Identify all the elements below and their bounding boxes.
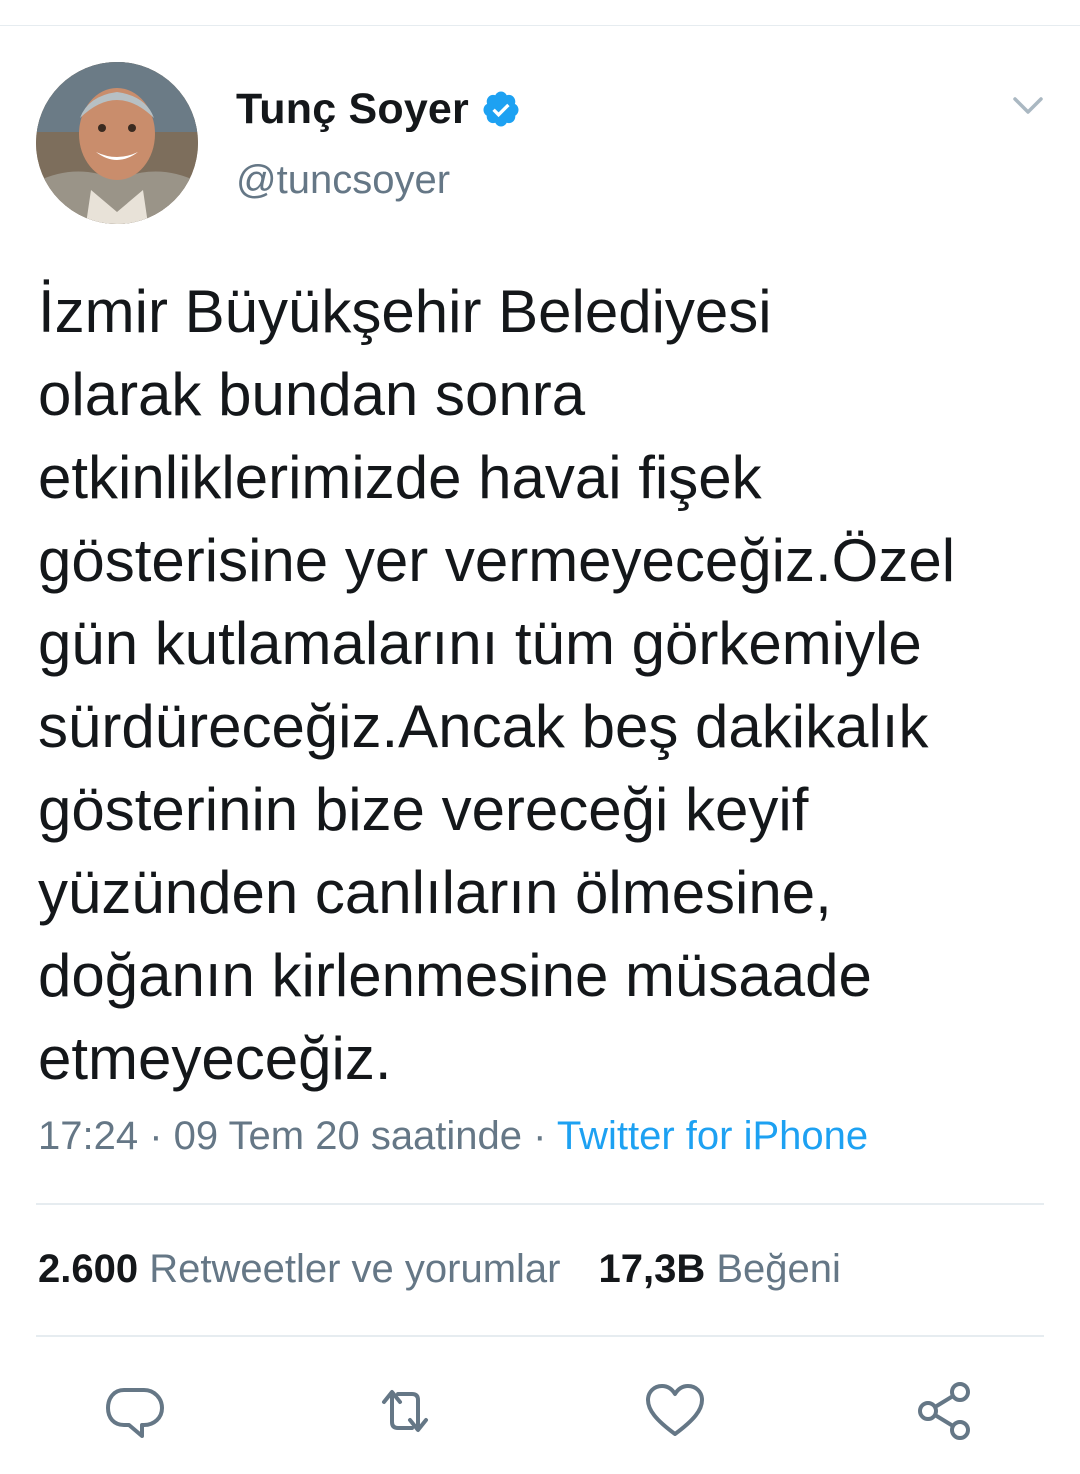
retweets-count: 2.600 [38, 1247, 139, 1291]
author-handle[interactable]: @tuncsoyer [236, 158, 450, 203]
tweet-text-line: gösterinin bize vereceği keyif [38, 776, 809, 843]
tweet-text-line: sürdüreceğiz.Ancak beş dakikalık [38, 693, 929, 760]
divider [36, 1335, 1044, 1337]
author-display-name[interactable]: Tunç Soyer [236, 85, 469, 134]
top-divider [0, 25, 1080, 26]
tweet-text-line: gösterisine yer vermeyeceğiz.Özel [38, 527, 956, 594]
action-bar [0, 1378, 1080, 1444]
tweet-text: İzmir Büyükşehir Belediyesi olarak bunda… [38, 270, 1048, 1100]
reply-icon[interactable] [102, 1378, 168, 1444]
tweet-text-line: doğanın kirlenmesine müsaade [38, 942, 872, 1009]
tweet-text-line: etkinliklerimizde havai fişek [38, 444, 762, 511]
retweet-icon[interactable] [372, 1378, 438, 1444]
author-name-row[interactable]: Tunç Soyer [236, 82, 521, 136]
tweet-text-line: olarak bundan sonra [38, 361, 586, 428]
tweet-source-link[interactable]: Twitter for iPhone [557, 1114, 868, 1158]
avatar[interactable] [36, 62, 198, 224]
tweet-text-line: gün kutlamalarını tüm görkemiyle [38, 610, 922, 677]
tweet-stats: 2.600 Retweetler ve yorumlar 17,3B Beğeni [38, 1247, 841, 1292]
retweets-label: Retweetler ve yorumlar [149, 1247, 561, 1291]
tweet-text-line: etmeyeceğiz. [38, 1025, 392, 1092]
tweet-meta: 17:24 · 09 Tem 20 saatinde · Twitter for… [38, 1114, 868, 1159]
likes-count: 17,3B [598, 1247, 706, 1291]
tweet-timestamp: 17:24 · 09 Tem 20 saatinde · [38, 1114, 557, 1158]
share-icon[interactable] [912, 1378, 978, 1444]
avatar-photo [36, 62, 198, 224]
likes-stat[interactable]: 17,3B Beğeni [598, 1247, 840, 1291]
verified-badge-icon [481, 89, 521, 129]
divider [36, 1203, 1044, 1205]
heart-icon[interactable] [642, 1378, 708, 1444]
tweet-text-line: İzmir Büyükşehir Belediyesi [38, 278, 772, 345]
chevron-down-icon[interactable] [1012, 94, 1044, 118]
likes-label: Beğeni [716, 1247, 841, 1291]
retweets-stat[interactable]: 2.600 Retweetler ve yorumlar [38, 1247, 560, 1291]
tweet-text-line: yüzünden canlıların ölmesine, [38, 859, 832, 926]
